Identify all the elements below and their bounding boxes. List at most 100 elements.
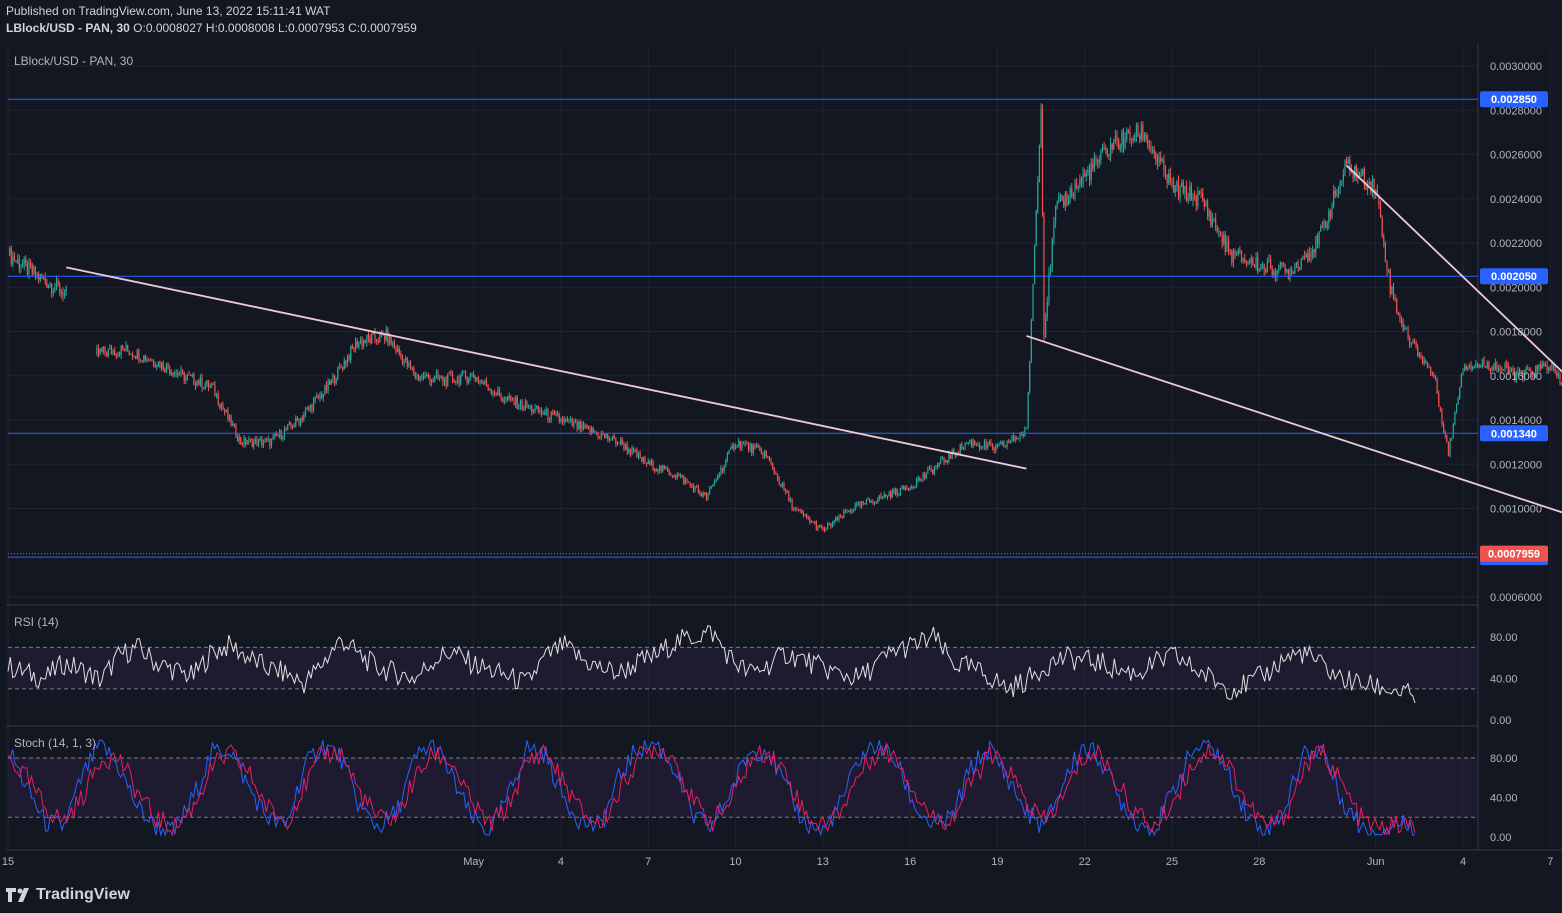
candle-body	[694, 486, 696, 492]
candle-body	[846, 511, 848, 513]
candle-body	[1451, 437, 1453, 440]
candle-body	[1333, 190, 1335, 206]
candle-body	[1544, 364, 1547, 367]
candle-body	[1072, 195, 1074, 197]
candle-body	[1397, 312, 1399, 315]
candle-body	[1195, 195, 1197, 206]
candle-body	[1121, 131, 1123, 147]
candle-body	[490, 389, 492, 394]
tradingview-logo[interactable]: TradingView	[6, 886, 130, 904]
price-tick-label: 0.0030000	[1490, 61, 1542, 73]
candle-body	[1053, 221, 1055, 239]
candle-body	[972, 441, 974, 447]
candle-body	[270, 438, 273, 447]
candle-body	[1386, 261, 1388, 271]
candle-body	[1320, 226, 1322, 232]
candle-body	[1455, 404, 1458, 412]
candle-body	[199, 377, 201, 385]
candle-body	[414, 374, 416, 378]
candle-body	[180, 369, 182, 375]
candle-body	[526, 402, 528, 408]
candle-body	[1236, 253, 1238, 255]
candle-body	[558, 415, 560, 422]
candle-body	[186, 374, 189, 377]
candle-body	[896, 488, 898, 496]
candle-body	[20, 266, 22, 269]
candle-body	[413, 368, 415, 375]
candle-body	[1413, 341, 1416, 343]
candle-body	[30, 262, 32, 267]
main-pane[interactable]	[6, 46, 1478, 604]
candle-body	[1339, 182, 1341, 189]
candle-body	[856, 503, 858, 505]
candle-body	[1017, 438, 1020, 440]
candle-body	[469, 374, 471, 380]
candle-body	[460, 376, 462, 384]
candle-body	[1336, 194, 1338, 196]
candle-body	[883, 494, 885, 497]
candle-body	[330, 379, 332, 385]
candle-body	[882, 496, 884, 499]
candle-body	[157, 361, 159, 366]
candle-body	[51, 284, 53, 293]
candle-body	[841, 516, 843, 518]
candle-body	[662, 465, 664, 472]
candle-body	[1116, 135, 1118, 141]
candle-body	[257, 439, 260, 446]
candle-body	[1407, 327, 1409, 338]
candle-body	[975, 444, 977, 446]
candle-body	[699, 491, 701, 494]
candle-body	[1012, 435, 1015, 441]
candle-body	[683, 476, 685, 484]
candle-body	[904, 487, 906, 490]
candle-body	[1140, 125, 1142, 140]
candle-body	[1071, 187, 1073, 196]
candle-body	[1037, 182, 1039, 211]
candle-body	[1155, 153, 1157, 161]
candle-body	[602, 433, 604, 435]
candle-body	[453, 380, 455, 383]
candle-body	[738, 440, 740, 446]
candle-body	[641, 457, 643, 462]
candle-body	[531, 405, 533, 413]
candle-body	[1481, 359, 1483, 366]
candle-body	[411, 368, 413, 370]
candle-body	[519, 400, 522, 407]
candle-body	[544, 412, 546, 415]
candle-body	[1080, 179, 1083, 184]
candle-body	[1198, 190, 1201, 193]
candle-body	[667, 468, 669, 472]
candle-body	[1257, 257, 1259, 271]
candle-body	[1467, 367, 1469, 370]
candle-body	[589, 428, 591, 434]
candle-body	[948, 453, 950, 462]
candle-body	[306, 408, 308, 411]
candle-body	[804, 514, 806, 517]
candle-body	[405, 358, 407, 361]
candle-body	[505, 396, 507, 401]
chart-canvas[interactable]: 0.00300000.00280000.00260000.00240000.00…	[0, 0, 1562, 913]
candle-body	[114, 350, 116, 356]
candle-body	[1295, 261, 1298, 266]
candle-body	[1383, 236, 1385, 243]
candle-body	[914, 487, 916, 488]
candle-body	[996, 445, 998, 447]
candle-body	[173, 372, 176, 376]
candle-body	[1145, 134, 1147, 141]
time-tick-label: 10	[729, 856, 741, 868]
candle-body	[266, 439, 268, 441]
candle-body	[943, 457, 945, 463]
candle-body	[312, 400, 315, 411]
candle-body	[38, 273, 40, 280]
candle-body	[1226, 240, 1228, 252]
candle-body	[215, 394, 218, 397]
candle-body	[1504, 363, 1506, 370]
candle-body	[642, 456, 644, 462]
candle-body	[920, 478, 923, 481]
candle-body	[1210, 211, 1212, 226]
candle-body	[747, 444, 750, 450]
candle-body	[1400, 319, 1403, 323]
candle-body	[521, 400, 523, 410]
candle-body	[1538, 364, 1540, 370]
candle-body	[1216, 228, 1218, 233]
